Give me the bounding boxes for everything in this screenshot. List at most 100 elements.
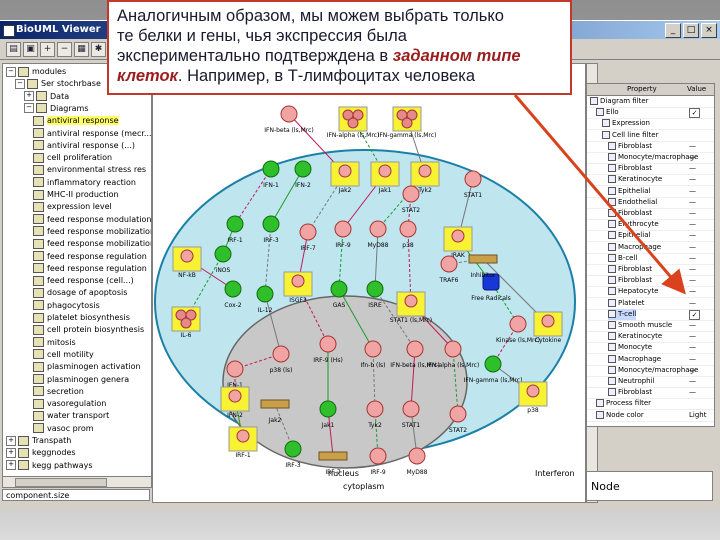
expand-icon[interactable]: + — [6, 435, 16, 446]
molecule-node[interactable]: IRF-3 — [262, 215, 280, 244]
property-value[interactable]: — — [689, 242, 696, 253]
molecule-node[interactable]: Cytokine — [533, 311, 563, 344]
molecule-node[interactable]: IFN-gamma (ls,Mrc) — [378, 106, 437, 139]
repository-tree[interactable]: − modules − Ser stochrbase + Data − Diagrams ant… — [2, 63, 152, 477]
save-icon[interactable]: ▣ — [23, 42, 38, 57]
tree-item[interactable]: expression level — [33, 201, 112, 213]
tree-item[interactable]: cell motility — [33, 349, 94, 361]
property-value[interactable]: — — [689, 230, 696, 241]
tree-item[interactable]: − modules — [6, 66, 66, 78]
molecule-node[interactable]: IRF-1 — [228, 426, 258, 459]
tree-item[interactable]: vasoregulation — [33, 398, 106, 410]
property-value[interactable]: — — [689, 163, 696, 174]
property-value[interactable]: Light — [689, 410, 706, 421]
maximize-button[interactable]: □ — [683, 23, 699, 38]
zoom-out-icon[interactable]: − — [57, 42, 72, 57]
tree-item[interactable]: phagocytosis — [33, 300, 100, 312]
tree-item[interactable]: antiviral response (mecr...) — [33, 128, 151, 140]
property-row[interactable]: Fibroblast — — [587, 264, 714, 276]
molecule-node[interactable]: IFN-2 — [294, 160, 312, 189]
property-row[interactable]: Cell line filter — [587, 130, 714, 142]
property-value[interactable]: — — [689, 219, 696, 230]
property-value[interactable]: — — [689, 320, 696, 331]
tree-item[interactable]: feed response regulation — [33, 263, 147, 275]
tree-item[interactable]: antiviral response (...) — [33, 140, 135, 152]
property-row[interactable]: Macrophage — — [587, 242, 714, 254]
tree-item[interactable]: − Diagrams — [24, 103, 89, 115]
molecule-node[interactable]: IL-12 — [256, 285, 274, 314]
tree-item[interactable]: water transport — [33, 410, 109, 422]
property-row[interactable]: Epithelial — — [587, 186, 714, 198]
tree-item[interactable]: feed response modulation... — [33, 214, 151, 226]
property-row[interactable]: Erythrocyte — — [587, 219, 714, 232]
molecule-node[interactable]: IRF-3 — [284, 440, 302, 469]
molecule-node[interactable]: IFN-1 — [226, 360, 244, 389]
tree-horizontal-scrollbar[interactable] — [2, 476, 152, 488]
property-value[interactable]: — — [689, 342, 696, 353]
expand-icon[interactable]: + — [6, 447, 16, 458]
tree-item[interactable]: feed response mobilization — [33, 238, 151, 250]
property-value[interactable]: — — [689, 186, 696, 197]
tree-item[interactable]: mitosis — [33, 337, 76, 349]
property-row[interactable]: Fibroblast — — [587, 275, 714, 288]
property-row[interactable]: Fibroblast — — [587, 387, 714, 400]
molecule-node[interactable]: IFN-beta (ls,Mrc) — [264, 105, 314, 134]
molecule-node[interactable]: IRF-9 — [334, 220, 352, 249]
property-row[interactable]: Fibroblast — — [587, 163, 714, 176]
diagram-canvas[interactable]: IFN-beta (ls,Mrc) IFN-alpha (ls,Mrc) IFN-g… — [152, 63, 586, 503]
tree-item[interactable]: + Data — [24, 91, 69, 103]
property-value[interactable]: — — [689, 174, 696, 185]
molecule-node[interactable]: p38 — [399, 220, 417, 249]
component-size-field[interactable]: component.size — [2, 489, 150, 501]
minimize-button[interactable]: _ — [665, 23, 681, 38]
tree-item[interactable]: inflammatory reaction — [33, 177, 136, 189]
property-value[interactable]: — — [689, 197, 696, 208]
molecule-node[interactable]: p38 — [518, 381, 548, 414]
property-row[interactable]: Neutrophil — — [587, 376, 714, 388]
open-icon[interactable]: ▤ — [6, 42, 21, 57]
molecule-node[interactable]: MyD88 — [407, 447, 428, 476]
layout-icon[interactable]: ▦ — [74, 42, 89, 57]
close-button[interactable]: × — [701, 23, 717, 38]
property-value[interactable]: — — [689, 208, 696, 219]
expand-icon[interactable]: + — [6, 460, 16, 471]
tree-item[interactable]: dosage of apoptosis — [33, 287, 127, 299]
property-row[interactable]: Fibroblast — — [587, 141, 714, 153]
tree-item[interactable]: environmental stress res — [33, 164, 146, 176]
property-row[interactable]: Hepatocyte — — [587, 286, 714, 299]
property-value[interactable]: — — [689, 253, 696, 264]
property-value[interactable]: — — [689, 286, 696, 297]
scrollbar-thumb[interactable] — [15, 478, 107, 487]
tree-item[interactable]: cell proliferation — [33, 152, 112, 164]
tree-item[interactable]: MHC-II production — [33, 189, 119, 201]
molecule-node[interactable]: IRF-1 — [226, 215, 244, 244]
property-value[interactable]: — — [689, 298, 696, 309]
property-row[interactable]: Epithelial — — [587, 230, 714, 243]
property-row[interactable]: Ello ✓ — [587, 107, 714, 120]
tree-item[interactable]: + keggnodes — [6, 447, 76, 459]
molecule-node[interactable]: IRF-9 — [369, 447, 387, 476]
property-row[interactable]: Platelet — — [587, 298, 714, 310]
property-value[interactable]: — — [689, 141, 696, 152]
tree-item[interactable]: feed response regulation — [33, 251, 147, 263]
tree-item[interactable]: feed response (cell...) — [33, 275, 134, 287]
property-value[interactable]: — — [689, 152, 696, 163]
molecule-node[interactable]: IFN-1 — [262, 160, 280, 189]
tree-item[interactable]: plasminogen genera — [33, 374, 129, 386]
property-row[interactable]: Monocyte/macrophage — — [587, 365, 714, 377]
value-checkbox[interactable]: ✓ — [689, 309, 700, 320]
tree-item[interactable]: − Ser stochrbase — [15, 78, 101, 90]
molecule-node[interactable]: IRF-7 — [299, 223, 317, 252]
property-row[interactable]: Diagram filter — [587, 96, 714, 108]
molecule-node[interactable]: Jak1 — [319, 400, 337, 429]
property-row[interactable]: Macrophage — — [587, 354, 714, 366]
tree-item[interactable]: antiviral response — [33, 115, 119, 127]
property-row[interactable]: Keratinocyte — — [587, 174, 714, 187]
property-row[interactable]: Smooth muscle — — [587, 320, 714, 332]
property-inspector[interactable]: Property Value Diagram filter Ello ✓ Expres… — [586, 83, 715, 427]
property-value[interactable]: — — [689, 387, 696, 398]
tree-item[interactable]: feed response mobilization.. — [33, 226, 151, 238]
expand-icon[interactable]: + — [24, 91, 34, 102]
property-value[interactable]: — — [689, 365, 696, 376]
property-value[interactable]: — — [689, 331, 696, 342]
